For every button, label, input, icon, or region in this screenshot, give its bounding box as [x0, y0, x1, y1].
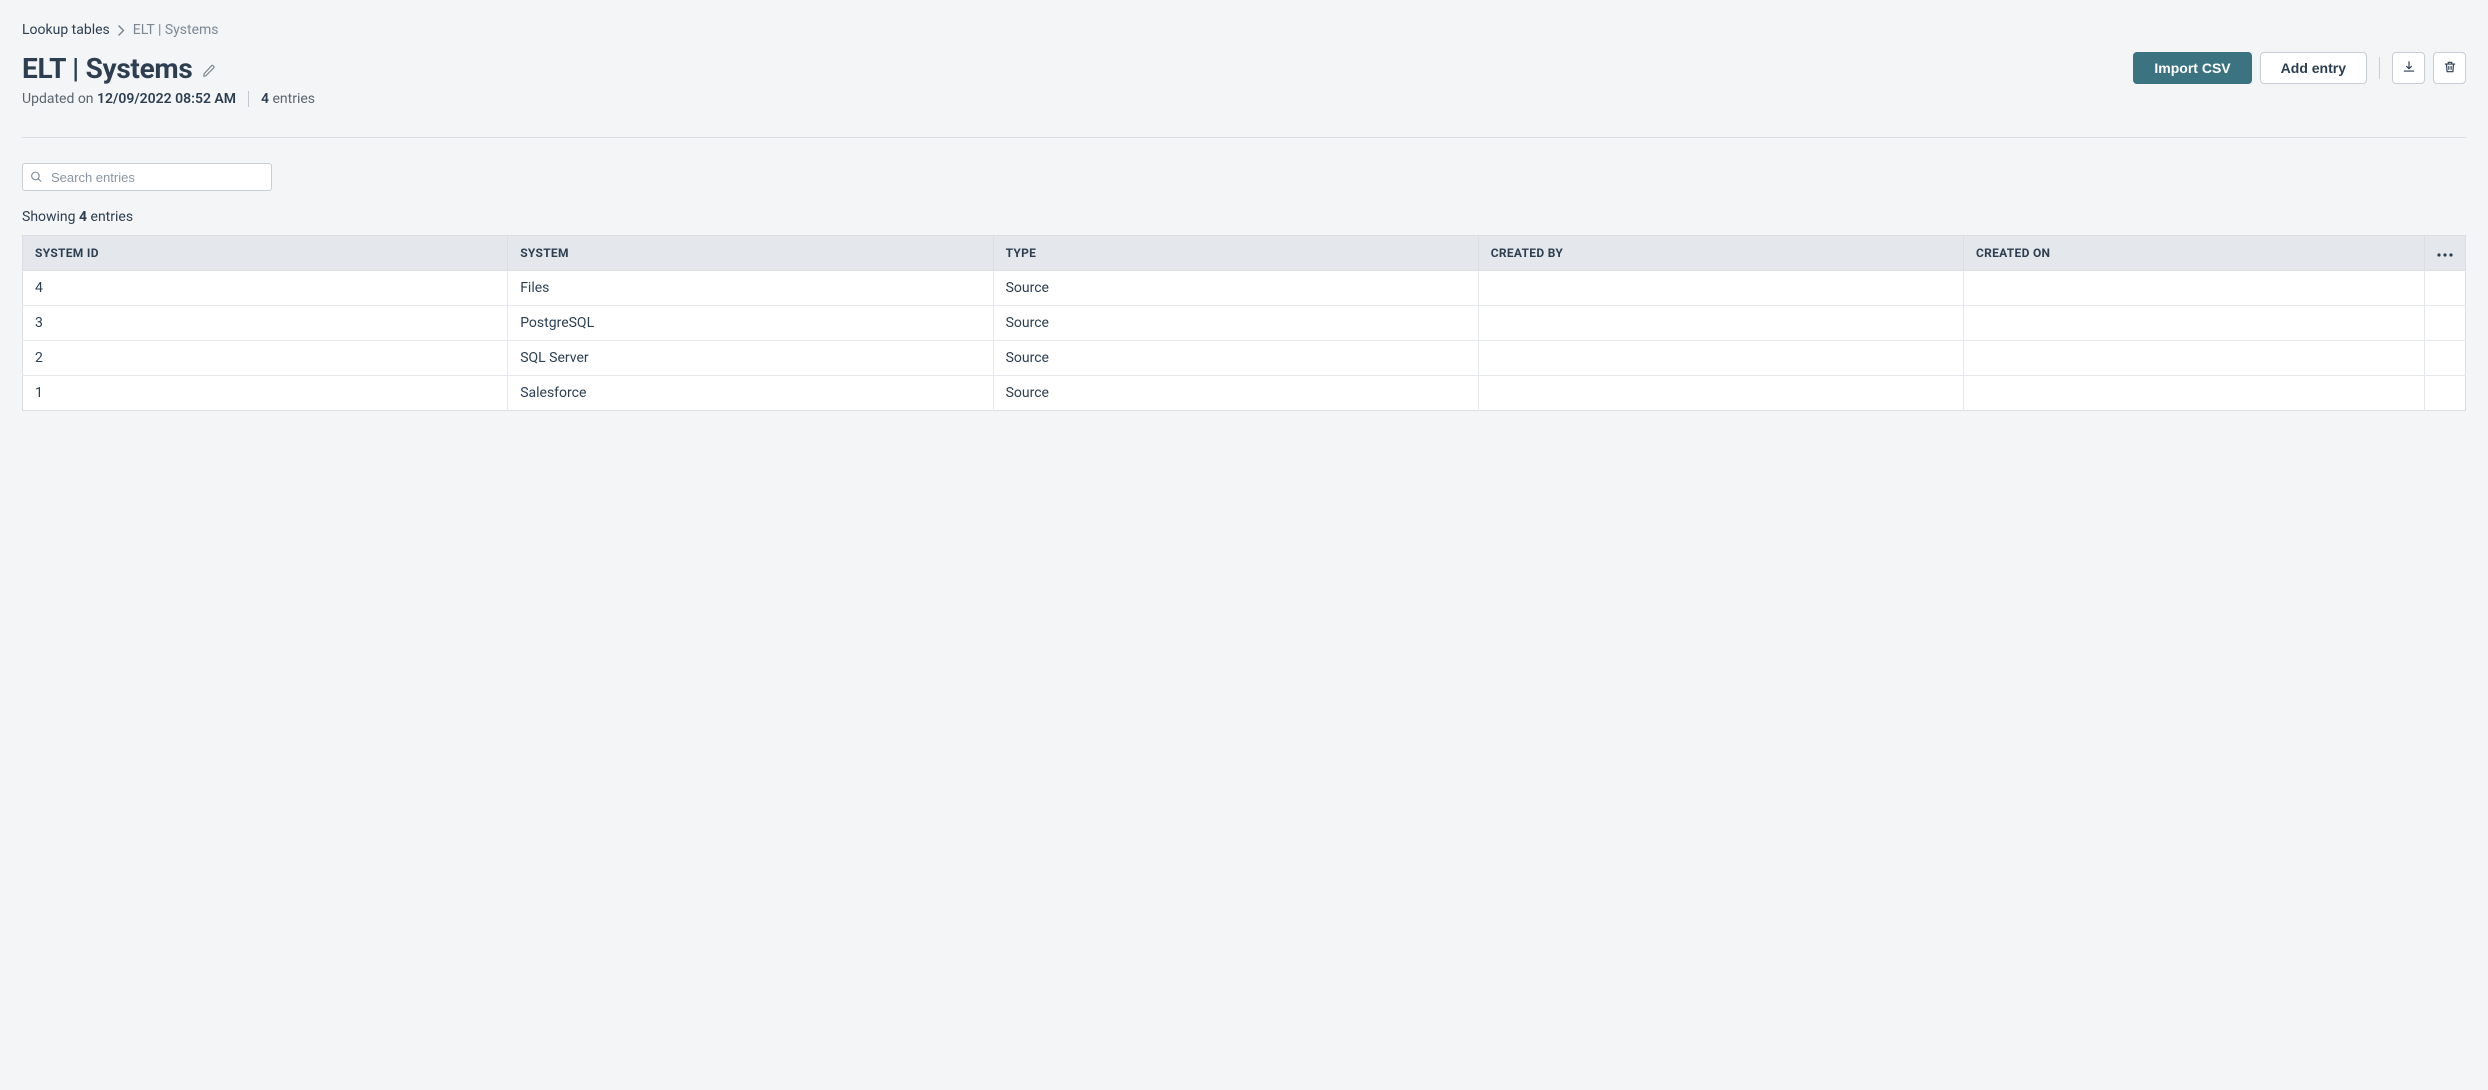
col-header-created-by[interactable]: CREATED BY — [1478, 236, 1963, 271]
cell-system: PostgreSQL — [508, 306, 993, 341]
cell-system: Files — [508, 271, 993, 306]
cell-type: Source — [993, 341, 1478, 376]
delete-button[interactable] — [2433, 52, 2466, 84]
col-header-type[interactable]: TYPE — [993, 236, 1478, 271]
cell-created-on — [1963, 306, 2424, 341]
download-icon — [2402, 60, 2416, 77]
horizontal-rule — [22, 137, 2466, 138]
add-entry-button[interactable]: Add entry — [2260, 52, 2367, 84]
cell-created-by — [1478, 306, 1963, 341]
more-horizontal-icon[interactable] — [2437, 253, 2453, 257]
showing-count: Showing 4 entries — [22, 209, 2466, 225]
cell-system-id: 2 — [23, 341, 508, 376]
cell-system: Salesforce — [508, 376, 993, 411]
edit-icon[interactable] — [202, 60, 216, 78]
cell-type: Source — [993, 306, 1478, 341]
showing-suffix: entries — [87, 209, 133, 225]
col-header-system[interactable]: SYSTEM — [508, 236, 993, 271]
table-row[interactable]: 4FilesSource — [23, 271, 2466, 306]
search-icon — [30, 171, 43, 184]
table-header-row: SYSTEM ID SYSTEM TYPE CREATED BY CREATED… — [23, 236, 2466, 271]
col-header-actions — [2425, 236, 2466, 271]
table-row[interactable]: 3PostgreSQLSource — [23, 306, 2466, 341]
cell-created-on — [1963, 341, 2424, 376]
cell-created-on — [1963, 376, 2424, 411]
meta-divider — [248, 91, 249, 107]
trash-icon — [2443, 60, 2457, 77]
col-header-system-id[interactable]: SYSTEM ID — [23, 236, 508, 271]
cell-created-by — [1478, 271, 1963, 306]
cell-actions — [2425, 306, 2466, 341]
header-actions: Import CSV Add entry — [2133, 52, 2466, 84]
cell-created-by — [1478, 376, 1963, 411]
cell-actions — [2425, 376, 2466, 411]
cell-created-by — [1478, 341, 1963, 376]
chevron-right-icon — [118, 25, 125, 36]
page-header: ELT | Systems Import CSV Add entry — [22, 52, 2466, 85]
showing-prefix: Showing — [22, 209, 79, 225]
import-csv-button[interactable]: Import CSV — [2133, 52, 2251, 84]
search-input[interactable] — [22, 163, 272, 191]
updated-value: 12/09/2022 08:52 AM — [97, 91, 236, 107]
cell-system-id: 4 — [23, 271, 508, 306]
showing-value: 4 — [79, 209, 87, 225]
download-button[interactable] — [2392, 52, 2425, 84]
breadcrumb: Lookup tables ELT | Systems — [22, 22, 2466, 38]
cell-actions — [2425, 271, 2466, 306]
cell-type: Source — [993, 271, 1478, 306]
table-row[interactable]: 2SQL ServerSource — [23, 341, 2466, 376]
breadcrumb-root-link[interactable]: Lookup tables — [22, 22, 110, 38]
breadcrumb-current: ELT | Systems — [133, 22, 219, 38]
entries-table: SYSTEM ID SYSTEM TYPE CREATED BY CREATED… — [22, 235, 2466, 411]
cell-system-id: 1 — [23, 376, 508, 411]
cell-type: Source — [993, 376, 1478, 411]
cell-created-on — [1963, 271, 2424, 306]
cell-system: SQL Server — [508, 341, 993, 376]
meta-row: Updated on 12/09/2022 08:52 AM 4 entries — [22, 91, 2466, 107]
cell-system-id: 3 — [23, 306, 508, 341]
updated-on: Updated on 12/09/2022 08:52 AM — [22, 91, 236, 107]
cell-actions — [2425, 341, 2466, 376]
page-title: ELT | Systems — [22, 52, 192, 85]
table-row[interactable]: 1SalesforceSource — [23, 376, 2466, 411]
search-wrap — [22, 163, 272, 191]
col-header-created-on[interactable]: CREATED ON — [1963, 236, 2424, 271]
entry-count-value: 4 — [261, 91, 269, 107]
updated-prefix: Updated on — [22, 91, 97, 107]
entry-count: 4 entries — [261, 91, 315, 107]
entry-count-suffix: entries — [269, 91, 315, 107]
action-divider — [2379, 57, 2380, 79]
